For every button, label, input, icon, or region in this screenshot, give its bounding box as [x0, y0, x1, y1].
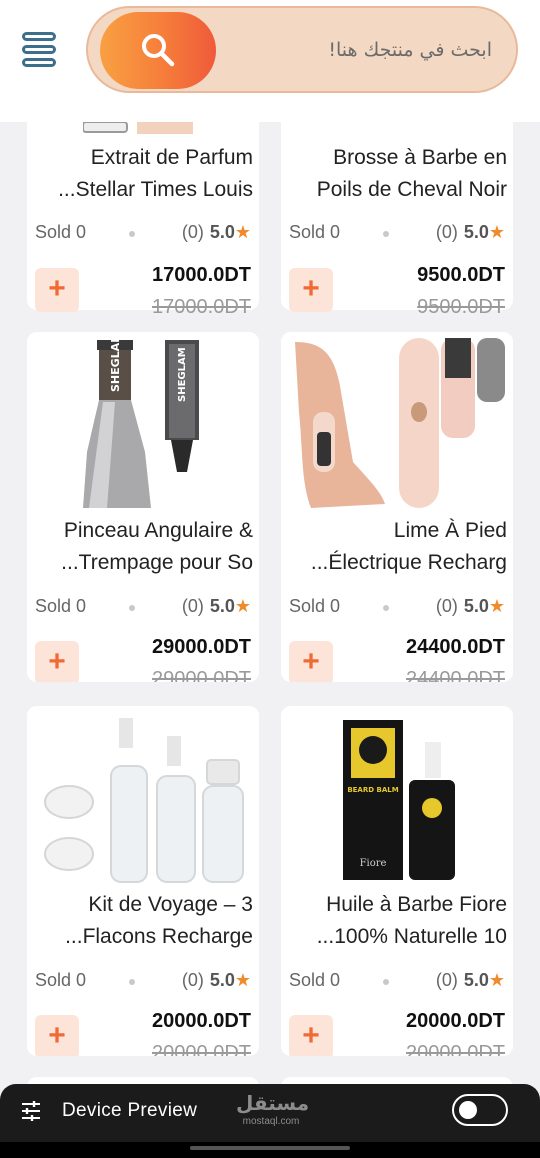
system-nav-area [0, 1142, 540, 1158]
product-meta: Sold 0 (0) 5.0★ [35, 222, 253, 246]
old-price: 29000.0DT [152, 668, 251, 682]
sold-count: Sold 0 [289, 970, 341, 990]
product-image [83, 122, 193, 134]
product-card[interactable]: Brosse à Barbe en Poils de Cheval Noir S… [281, 122, 513, 318]
home-indicator[interactable] [190, 1146, 350, 1150]
sold-count: Sold 0 [35, 596, 87, 616]
rating: (0) 5.0★ [181, 222, 251, 242]
tune-icon[interactable] [20, 1100, 42, 1122]
product-card[interactable]: SHEGLAM SHEGLAM Pinceau Angulaire & ...T… [27, 332, 259, 682]
product-card[interactable]: Kit de Voyage – 3 ...Flacons Recharge So… [27, 706, 259, 1056]
separator-dot [383, 605, 389, 611]
separator-dot [129, 231, 135, 237]
product-meta: Sold 0 (0) 5.0★ [289, 222, 507, 246]
sold-count: Sold 0 [35, 222, 87, 242]
product-card[interactable]: Lime À Pied ...Électrique Recharg Sold 0… [281, 332, 513, 682]
product-title: Lime À Pied [393, 519, 507, 542]
product-title: Kit de Voyage – 3 [88, 893, 253, 916]
product-title: ...Flacons Recharge [65, 925, 253, 948]
add-to-cart-button[interactable]: + [35, 268, 79, 312]
product-title: Poils de Cheval Noir [316, 178, 507, 201]
product-meta: Sold 0 (0) 5.0★ [289, 970, 507, 994]
separator-dot [383, 231, 389, 237]
separator-dot [129, 979, 135, 985]
rating: (0) 5.0★ [181, 596, 251, 616]
product-image [281, 332, 513, 512]
product-title: ...Trempage pour So [61, 551, 253, 574]
device-preview-toggle[interactable] [452, 1094, 508, 1126]
separator-dot [129, 605, 135, 611]
add-to-cart-button[interactable]: + [289, 641, 333, 682]
add-to-cart-button[interactable]: + [289, 1015, 333, 1056]
star-icon: ★ [488, 596, 505, 616]
product-meta: Sold 0 (0) 5.0★ [35, 596, 253, 620]
old-price: 9500.0DT [417, 296, 505, 318]
product-meta: Sold 0 (0) 5.0★ [35, 970, 253, 994]
menu-icon[interactable] [20, 30, 60, 70]
old-price: 20000.0DT [152, 1042, 251, 1056]
rating: (0) 5.0★ [435, 970, 505, 990]
star-icon: ★ [234, 222, 251, 242]
price: 20000.0DT [406, 1010, 505, 1032]
price: 9500.0DT [417, 264, 505, 286]
product-title: Pinceau Angulaire & [63, 519, 253, 542]
product-title: ...100% Naturelle 10 [316, 925, 507, 948]
product-title: Extrait de Parfum [90, 146, 253, 169]
add-to-cart-button[interactable]: + [35, 1015, 79, 1056]
device-preview-label: Device Preview [62, 1100, 198, 1121]
product-meta: Sold 0 (0) 5.0★ [289, 596, 507, 620]
svg-text:SHEGLAM: SHEGLAM [109, 332, 122, 392]
app-header [0, 0, 540, 122]
price: 17000.0DT [152, 264, 251, 286]
old-price: 17000.0DT [152, 296, 251, 318]
product-image: SHEGLAM SHEGLAM [27, 332, 259, 512]
star-icon: ★ [234, 970, 251, 990]
sold-count: Sold 0 [289, 222, 341, 242]
old-price: 20000.0DT [406, 1042, 505, 1056]
svg-text:Fiore: Fiore [360, 858, 387, 869]
product-card[interactable]: Extrait de Parfum ...Stellar Times Louis… [27, 122, 259, 318]
price: 29000.0DT [152, 636, 251, 658]
product-image: BEARD BALM Fiore [281, 706, 513, 886]
product-card[interactable]: BEARD BALM Fiore Huile à Barbe Fiore ...… [281, 706, 513, 1056]
search-bar [86, 6, 518, 93]
product-image [27, 706, 259, 886]
svg-text:SHEGLAM: SHEGLAM [177, 347, 188, 402]
add-to-cart-button[interactable]: + [35, 641, 79, 682]
search-button[interactable] [100, 12, 216, 89]
price: 20000.0DT [152, 1010, 251, 1032]
watermark-logo: مستقل mostaql.com [236, 1091, 310, 1127]
product-title: ...Stellar Times Louis [58, 178, 253, 201]
search-input[interactable] [228, 30, 492, 70]
separator-dot [383, 979, 389, 985]
svg-text:BEARD BALM: BEARD BALM [347, 786, 398, 794]
sold-count: Sold 0 [35, 970, 87, 990]
add-to-cart-button[interactable]: + [289, 268, 333, 312]
rating: (0) 5.0★ [181, 970, 251, 990]
sold-count: Sold 0 [289, 596, 341, 616]
product-title: Huile à Barbe Fiore [326, 893, 507, 916]
device-preview-bar: Device Preview مستقل mostaql.com [0, 1084, 540, 1142]
rating: (0) 5.0★ [435, 222, 505, 242]
toggle-knob [459, 1101, 477, 1119]
price: 24400.0DT [406, 636, 505, 658]
star-icon: ★ [488, 970, 505, 990]
product-title: ...Électrique Recharg [310, 551, 507, 574]
product-title: Brosse à Barbe en [333, 146, 507, 169]
old-price: 24400.0DT [406, 668, 505, 682]
search-icon [142, 34, 175, 67]
rating: (0) 5.0★ [435, 596, 505, 616]
star-icon: ★ [488, 222, 505, 242]
star-icon: ★ [234, 596, 251, 616]
